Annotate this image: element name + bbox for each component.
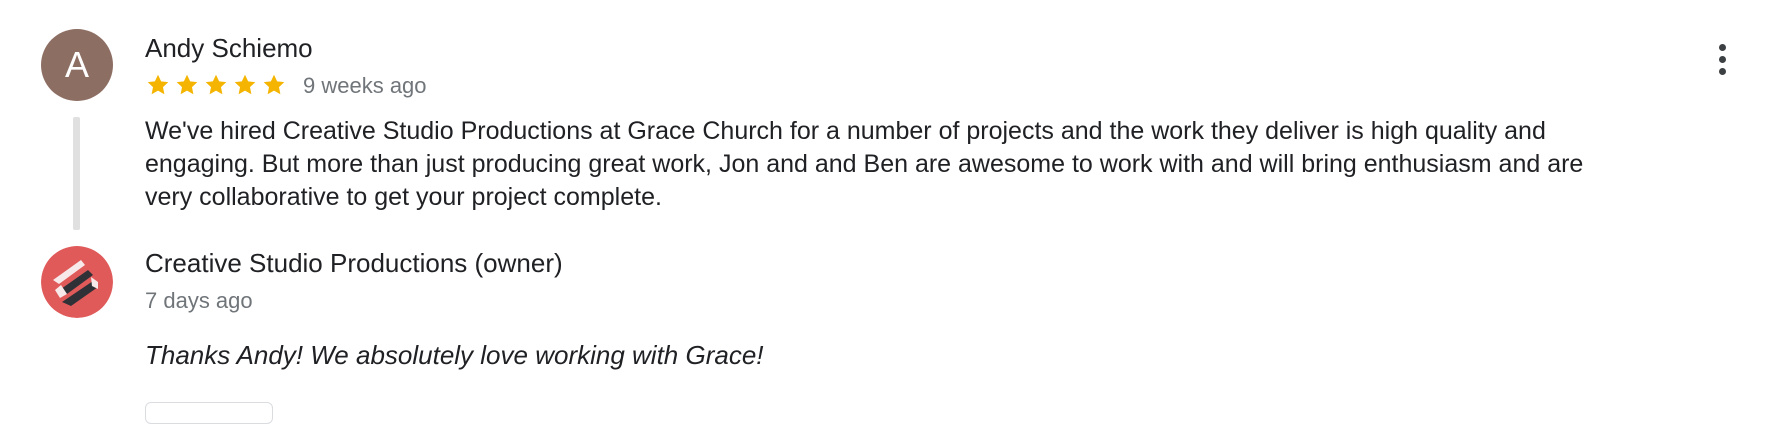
reviewer-name[interactable]: Andy Schiemo [145, 32, 313, 64]
reply-thread-line [73, 117, 80, 230]
more-options-button[interactable] [1704, 36, 1740, 82]
star-icon [234, 74, 256, 95]
star-rating [145, 70, 287, 100]
more-vert-icon [1718, 43, 1726, 51]
owner-response-text: Thanks Andy! We absolutely love working … [145, 340, 764, 370]
star-icon [263, 74, 285, 95]
owner-avatar[interactable] [41, 246, 113, 318]
review-text: We've hired Creative Studio Productions … [145, 117, 1584, 211]
more-vert-icon-dot [1718, 55, 1726, 63]
star-icon [205, 74, 227, 95]
reviewer-avatar[interactable]: A [41, 29, 113, 101]
review-card: A Andy Schiemo 9 weeks ago We've hired C… [0, 0, 1790, 424]
reviewer-avatar-initial: A [64, 44, 89, 85]
star-icon [176, 74, 198, 95]
more-vert-icon-dot [1718, 67, 1726, 75]
review-date: 9 weeks ago [303, 73, 427, 98]
owner-name[interactable]: Creative Studio Productions (owner) [145, 247, 563, 279]
owner-response-date: 7 days ago [145, 288, 253, 313]
creative-studio-logo [41, 246, 113, 318]
helpful-button[interactable] [145, 402, 273, 424]
star-icon [147, 74, 169, 95]
